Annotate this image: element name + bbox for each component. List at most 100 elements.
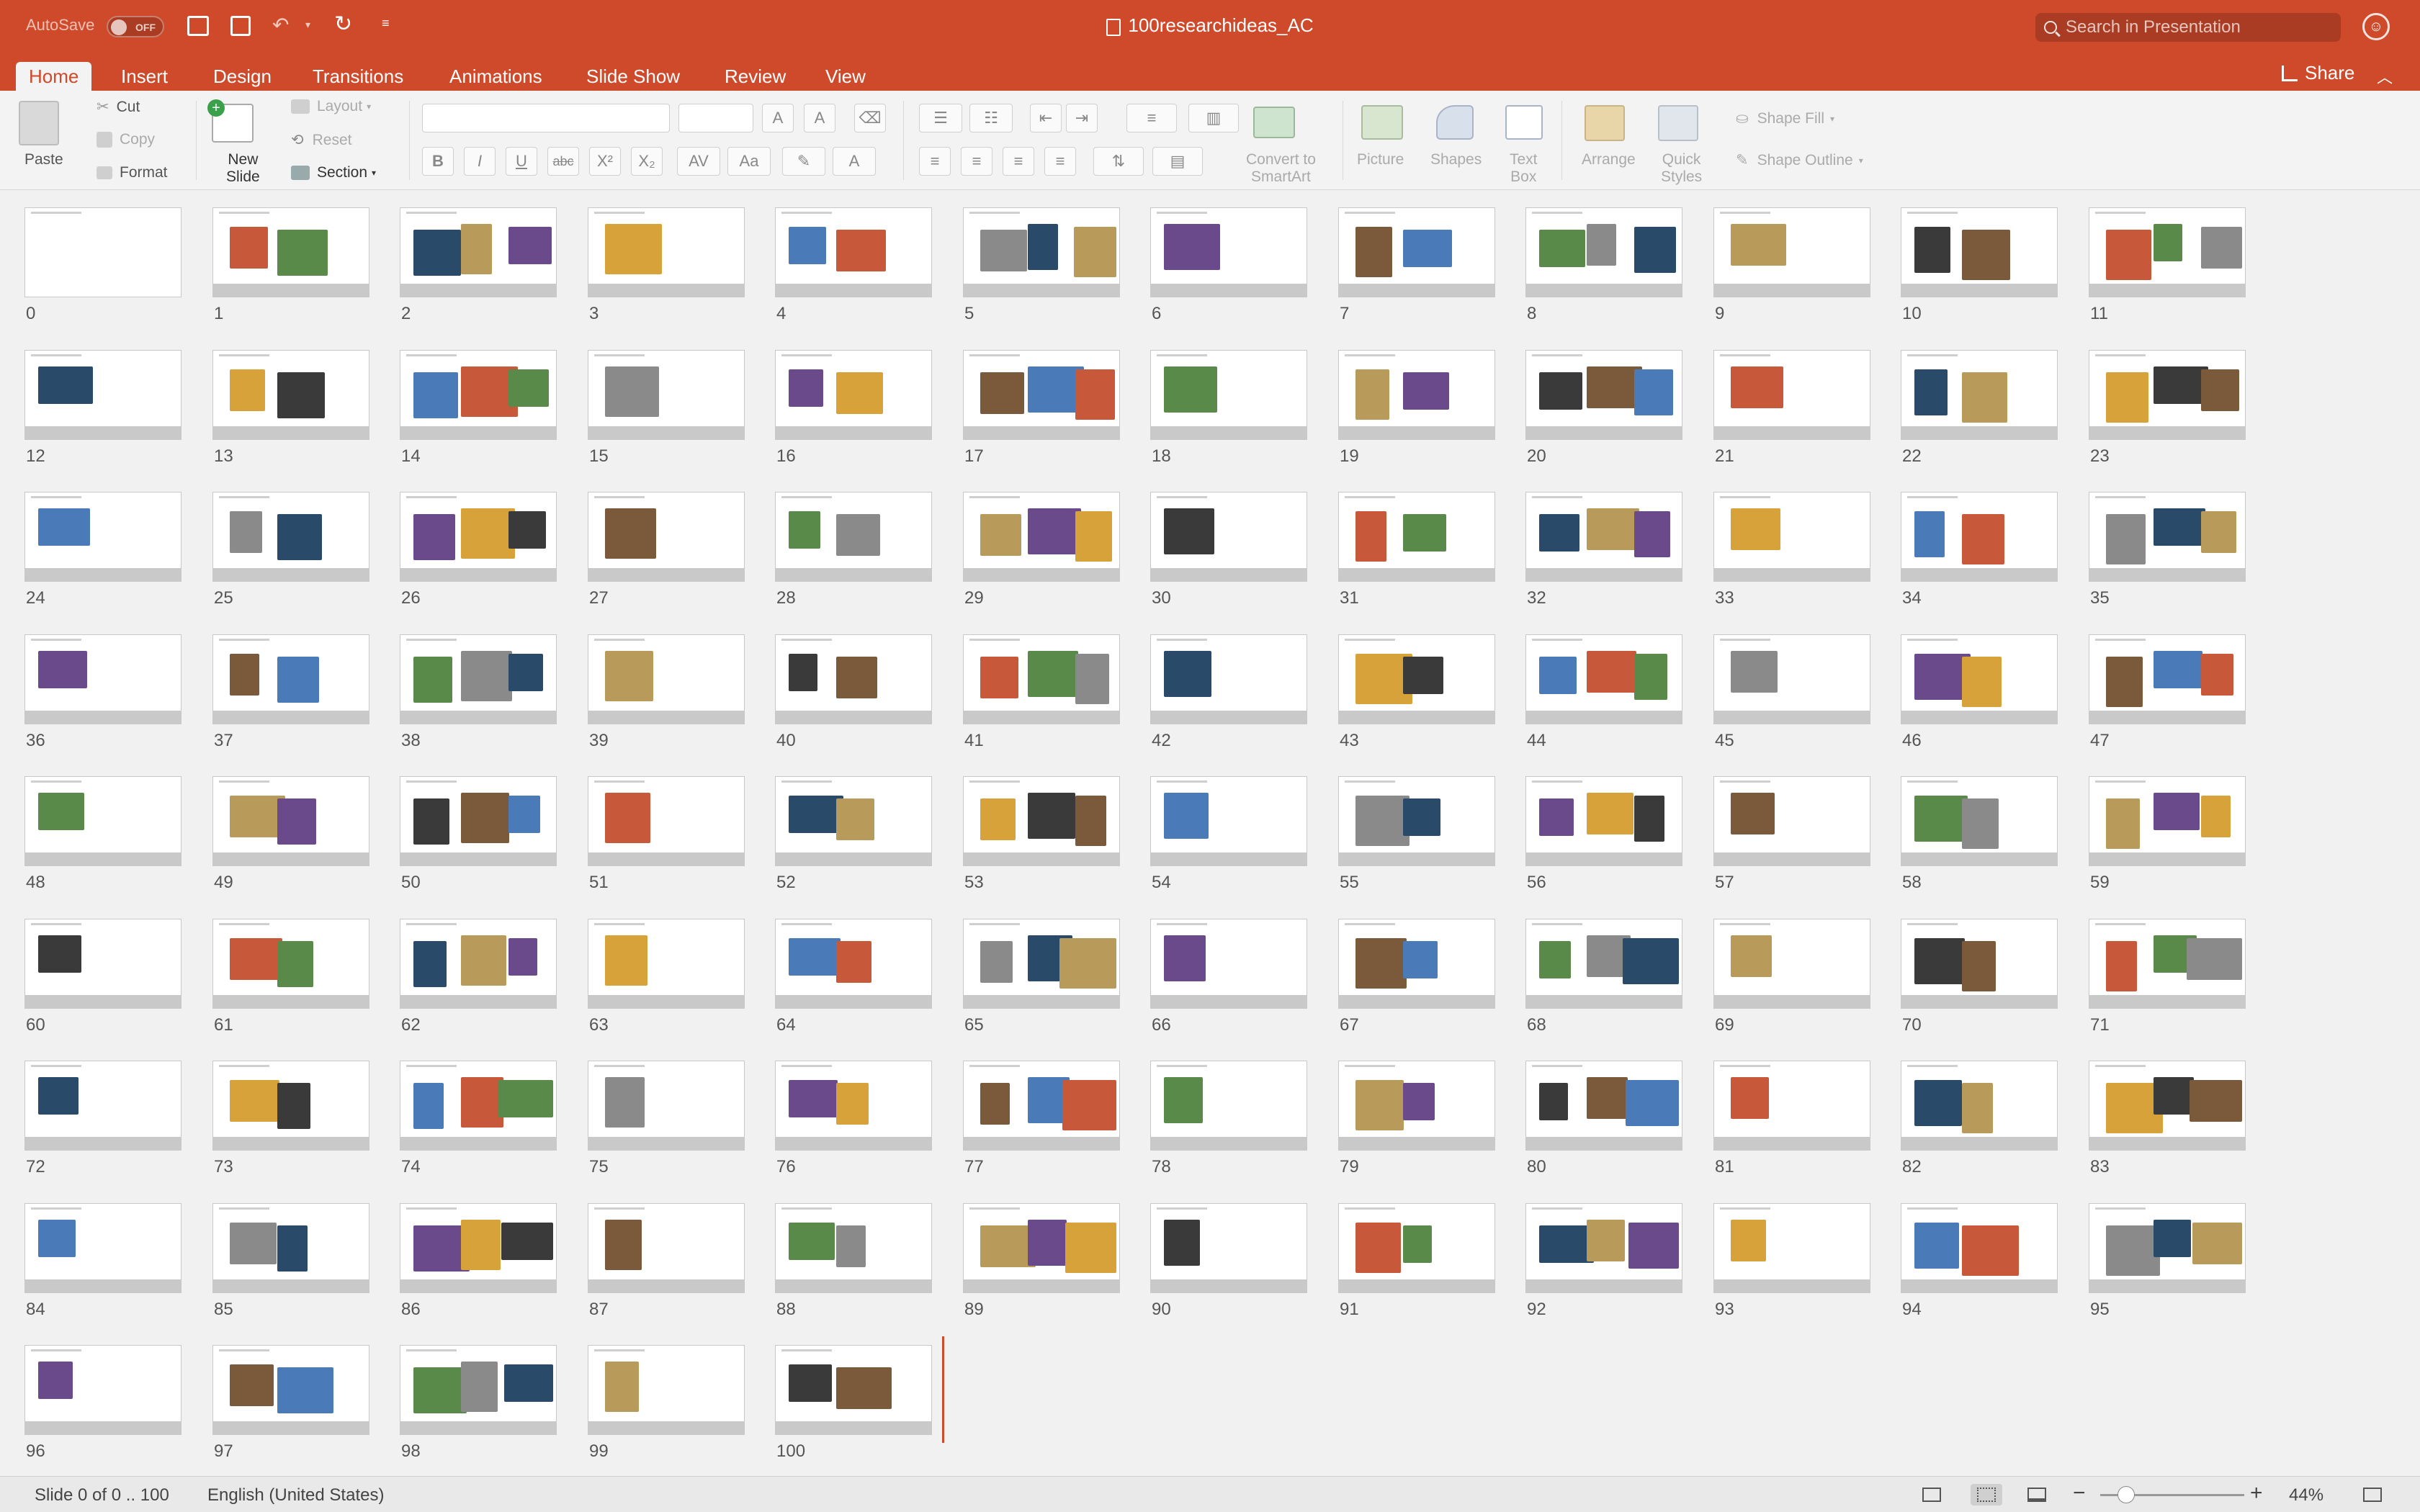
tab-transitions[interactable]: Transitions (300, 62, 416, 91)
slide-thumbnail[interactable] (1150, 207, 1307, 297)
slide-thumbnail[interactable] (775, 634, 932, 724)
tab-home[interactable]: Home (16, 62, 92, 91)
feedback-smiley-icon[interactable]: ☺ (2362, 13, 2390, 40)
slide-thumbnail[interactable] (1150, 350, 1307, 440)
font-color-button[interactable]: A (833, 147, 876, 176)
columns-button[interactable]: ▥ (1188, 104, 1239, 132)
slide-thumbnail[interactable] (2089, 634, 2246, 724)
slide-thumbnail[interactable] (775, 776, 932, 866)
slide-thumbnail[interactable] (212, 776, 369, 866)
slide-thumbnail[interactable] (1150, 1061, 1307, 1151)
slide-thumbnail[interactable] (400, 634, 557, 724)
quick-styles-button[interactable]: Quick Styles (1661, 151, 1702, 186)
decrease-indent-button[interactable]: ⇤ (1030, 104, 1062, 132)
slide-thumbnail[interactable] (2089, 492, 2246, 582)
line-spacing-button[interactable]: ≡ (1126, 104, 1177, 132)
character-spacing-button[interactable]: AV (677, 147, 720, 176)
slide-thumbnail[interactable] (212, 634, 369, 724)
slide-thumbnail[interactable] (1525, 1061, 1682, 1151)
slide-thumbnail[interactable] (24, 207, 182, 297)
slide-thumbnail[interactable] (212, 492, 369, 582)
tab-animations[interactable]: Animations (436, 62, 555, 91)
font-name-dropdown[interactable] (422, 104, 670, 132)
slide-thumbnail[interactable] (400, 207, 557, 297)
arrange-button[interactable]: Arrange (1582, 151, 1636, 168)
underline-button[interactable]: U (506, 147, 537, 176)
zoom-slider-knob[interactable] (2118, 1486, 2135, 1503)
slide-thumbnail[interactable] (588, 1061, 745, 1151)
slide-thumbnail[interactable] (1338, 350, 1495, 440)
slide-thumbnail[interactable] (963, 492, 1120, 582)
zoom-in-button[interactable]: + (2250, 1481, 2263, 1506)
slide-thumbnail[interactable] (2089, 350, 2246, 440)
slide-thumbnail[interactable] (775, 1203, 932, 1293)
align-left-button[interactable]: ≡ (919, 147, 951, 176)
numbering-button[interactable]: ☷ (969, 104, 1013, 132)
slide-thumbnail[interactable] (775, 492, 932, 582)
slide-thumbnail[interactable] (1901, 634, 2058, 724)
align-right-button[interactable]: ≡ (1003, 147, 1034, 176)
slide-thumbnail[interactable] (2089, 919, 2246, 1009)
slide-thumbnail[interactable] (24, 1203, 182, 1293)
picture-button[interactable]: Picture (1357, 151, 1404, 168)
slide-thumbnail[interactable] (1713, 492, 1870, 582)
slide-thumbnail[interactable] (963, 350, 1120, 440)
slide-thumbnail[interactable] (400, 776, 557, 866)
slide-thumbnail[interactable] (1150, 1203, 1307, 1293)
tab-slide-show[interactable]: Slide Show (573, 62, 693, 91)
slide-thumbnail[interactable] (212, 919, 369, 1009)
slide-thumbnail[interactable] (588, 1345, 745, 1435)
justify-button[interactable]: ≡ (1044, 147, 1076, 176)
search-input[interactable] (2066, 17, 2332, 37)
shape-fill-button[interactable]: ⛀ Shape Fill ▾ (1736, 109, 1834, 127)
slide-thumbnail[interactable] (400, 1061, 557, 1151)
sidebar-toggle-icon[interactable] (187, 16, 209, 36)
slide-thumbnail[interactable] (1150, 492, 1307, 582)
slide-thumbnail[interactable] (588, 492, 745, 582)
search-box[interactable] (2035, 13, 2341, 42)
paste-button[interactable]: Paste (24, 151, 63, 168)
slide-thumbnail[interactable] (24, 1345, 182, 1435)
superscript-button[interactable]: X² (589, 147, 621, 176)
slide-thumbnail[interactable] (1525, 350, 1682, 440)
collapse-ribbon-icon[interactable]: ︿ (2377, 65, 2393, 88)
slide-sorter-view-button[interactable] (1971, 1484, 2002, 1506)
slide-thumbnail[interactable] (1713, 350, 1870, 440)
slide-thumbnail[interactable] (963, 1203, 1120, 1293)
slide-thumbnail[interactable] (1338, 207, 1495, 297)
slide-thumbnail[interactable] (775, 1345, 932, 1435)
slide-thumbnail[interactable] (1338, 1061, 1495, 1151)
slide-thumbnail[interactable] (400, 492, 557, 582)
autosave-toggle[interactable]: OFF (107, 16, 164, 37)
customize-toolbar-icon[interactable]: ≡ (382, 16, 390, 31)
slide-thumbnail[interactable] (1150, 634, 1307, 724)
slide-thumbnail[interactable] (1713, 919, 1870, 1009)
zoom-out-button[interactable]: − (2073, 1481, 2086, 1506)
slide-thumbnail[interactable] (24, 776, 182, 866)
section-button[interactable]: Section ▾ (291, 164, 376, 181)
slide-thumbnail[interactable] (2089, 776, 2246, 866)
slide-thumbnail[interactable] (1338, 634, 1495, 724)
zoom-level[interactable]: 44% (2289, 1485, 2323, 1506)
tab-view[interactable]: View (812, 62, 879, 91)
increase-indent-button[interactable]: ⇥ (1066, 104, 1098, 132)
tab-design[interactable]: Design (200, 62, 284, 91)
slide-thumbnail[interactable] (588, 634, 745, 724)
slide-thumbnail[interactable] (212, 1345, 369, 1435)
slide-thumbnail[interactable] (24, 350, 182, 440)
slide-thumbnail[interactable] (400, 1345, 557, 1435)
new-slide-icon[interactable]: + (207, 99, 254, 143)
slide-thumbnail[interactable] (775, 919, 932, 1009)
slide-thumbnail[interactable] (588, 350, 745, 440)
slide-thumbnail[interactable] (1901, 1203, 2058, 1293)
slide-thumbnail[interactable] (963, 207, 1120, 297)
shape-outline-button[interactable]: ✎ Shape Outline ▾ (1736, 151, 1863, 169)
layout-button[interactable]: Layout ▾ (291, 98, 371, 115)
slide-thumbnail[interactable] (775, 1061, 932, 1151)
new-slide-button[interactable]: New Slide (226, 151, 260, 186)
tab-insert[interactable]: Insert (108, 62, 181, 91)
normal-view-button[interactable] (1916, 1484, 1948, 1506)
align-center-button[interactable]: ≡ (961, 147, 992, 176)
slide-thumbnail[interactable] (1901, 1061, 2058, 1151)
slide-thumbnail[interactable] (1713, 634, 1870, 724)
